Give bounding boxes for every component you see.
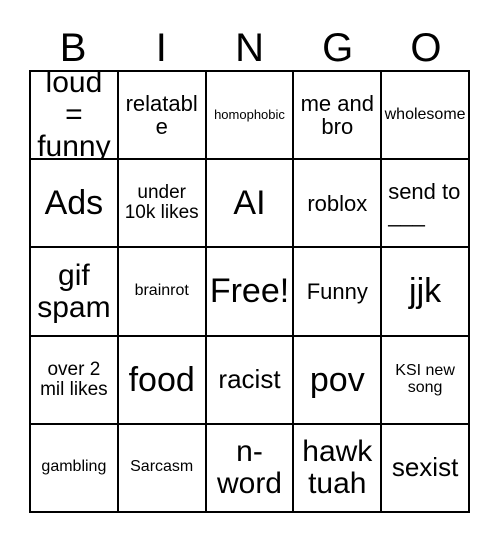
bingo-cell-n2[interactable]: AI — [206, 160, 295, 249]
bingo-cell-label: Funny — [306, 278, 368, 304]
bingo-row: Ads under 10k likes AI roblox send to __… — [31, 160, 470, 249]
bingo-cell-i1[interactable]: relatable — [118, 72, 207, 161]
bingo-cell-free-space[interactable]: Free! — [206, 248, 295, 337]
bingo-cell-n5[interactable]: n-word — [206, 424, 295, 514]
bingo-cell-b2[interactable]: Ads — [31, 160, 119, 249]
bingo-cell-label: roblox — [307, 190, 368, 216]
bingo-cell-label: loud = funny — [37, 72, 111, 161]
bingo-cell-g2[interactable]: roblox — [294, 160, 383, 249]
bingo-cell-g1[interactable]: me and bro — [294, 72, 383, 161]
bingo-card: B I N G O loud = funny relatable homopho… — [0, 0, 500, 544]
bingo-cell-label: brainrot — [134, 282, 189, 300]
header-letter-n: N — [235, 26, 264, 70]
bingo-cell-n4[interactable]: racist — [206, 336, 295, 425]
bingo-cell-i2[interactable]: under 10k likes — [118, 160, 207, 249]
bingo-cell-g3[interactable]: Funny — [294, 248, 383, 337]
bingo-cell-label: food — [128, 360, 195, 399]
header-letter-b: B — [59, 26, 87, 70]
bingo-cell-label: Free! — [209, 272, 290, 311]
bingo-row: loud = funny relatable homophobic me and… — [31, 72, 470, 161]
bingo-cell-i4[interactable]: food — [118, 336, 207, 425]
bingo-cell-label: wholesome — [384, 105, 466, 123]
bingo-grid: loud = funny relatable homophobic me and… — [29, 70, 470, 514]
bingo-cell-n1[interactable]: homophobic — [206, 72, 295, 161]
bingo-cell-label: AI — [233, 184, 266, 223]
bingo-cell-label: me and bro — [300, 90, 374, 140]
bingo-cell-label: relatable — [125, 90, 198, 140]
bingo-cell-o5[interactable]: sexist — [382, 424, 470, 514]
bingo-cell-label: gambling — [41, 458, 107, 476]
bingo-cell-label: racist — [218, 363, 281, 394]
bingo-row: gambling Sarcasm n-word hawk tuah sexist — [31, 424, 470, 514]
bingo-cell-label: KSI new song — [395, 361, 455, 396]
bingo-cell-label: gif spam — [37, 258, 111, 324]
bingo-cell-label: Sarcasm — [130, 458, 194, 476]
bingo-cell-label: homophobic — [214, 107, 285, 123]
bingo-cell-o4[interactable]: KSI new song — [382, 336, 470, 425]
bingo-cell-b5[interactable]: gambling — [31, 424, 119, 514]
bingo-cell-label: sexist — [391, 452, 459, 483]
bingo-cell-b4[interactable]: over 2 mil likes — [31, 336, 119, 425]
bingo-cell-i5[interactable]: Sarcasm — [118, 424, 207, 514]
bingo-cell-o2[interactable]: send to ___ — [382, 160, 470, 249]
bingo-cell-label: pov — [309, 360, 365, 399]
bingo-cell-i3[interactable]: brainrot — [118, 248, 207, 337]
bingo-cell-o3[interactable]: jjk — [382, 248, 470, 337]
bingo-cell-label: n-word — [216, 435, 282, 500]
bingo-cell-label: jjk — [409, 272, 442, 311]
bingo-cell-label: send to ___ — [388, 178, 461, 228]
header-letter-i: I — [155, 26, 167, 70]
bingo-row: over 2 mil likes food racist pov KSI new… — [31, 336, 470, 425]
bingo-cell-label: Ads — [44, 184, 104, 223]
bingo-header: B I N G O — [29, 14, 470, 70]
bingo-cell-g4[interactable]: pov — [294, 336, 383, 425]
bingo-cell-g5[interactable]: hawk tuah — [294, 424, 383, 514]
bingo-cell-label: over 2 mil likes — [40, 358, 108, 400]
header-letter-o: O — [410, 26, 442, 70]
bingo-cell-label: under 10k likes — [124, 182, 199, 224]
bingo-row: gif spam brainrot Free! Funny jjk — [31, 248, 470, 337]
bingo-cell-label: hawk tuah — [302, 435, 373, 500]
header-letter-g: G — [322, 26, 354, 70]
bingo-cell-b3[interactable]: gif spam — [31, 248, 119, 337]
bingo-cell-o1[interactable]: wholesome — [382, 72, 470, 161]
bingo-cell-b1[interactable]: loud = funny — [31, 72, 119, 161]
